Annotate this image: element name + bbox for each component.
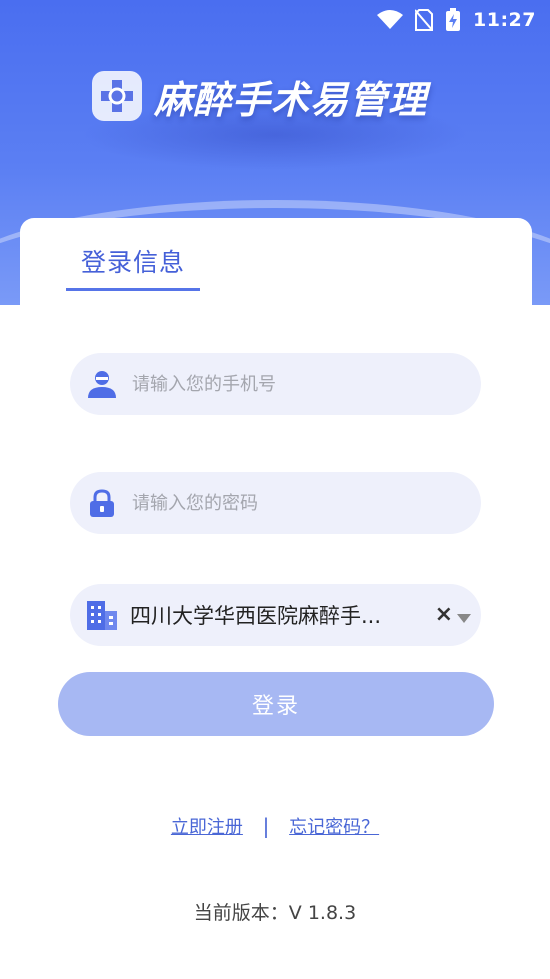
app-header: 麻醉手术易管理 — [92, 70, 427, 122]
hospital-cross-icon — [92, 71, 142, 121]
tab-login-info[interactable]: 登录信息 — [66, 243, 200, 291]
organization-value: 四川大学华西医院麻醉手... — [130, 604, 382, 628]
auth-links: 立即注册 | 忘记密码？ — [0, 813, 550, 839]
forgot-password-link[interactable]: 忘记密码？ — [289, 817, 379, 838]
wifi-icon — [377, 10, 404, 30]
tab-login-info-label: 登录信息 — [80, 248, 185, 277]
password-field[interactable] — [70, 472, 481, 534]
login-button[interactable]: 登录 — [58, 672, 494, 736]
status-time: 11:27 — [473, 9, 536, 31]
phone-field[interactable] — [70, 353, 481, 415]
phone-input[interactable] — [132, 373, 452, 395]
dropdown-arrow-icon[interactable] — [457, 609, 471, 628]
user-icon — [86, 368, 118, 400]
organization-select[interactable]: 四川大学华西医院麻醉手... × — [70, 584, 481, 646]
link-separator: | — [262, 814, 270, 838]
status-bar: 11:27 — [0, 0, 550, 40]
building-icon — [86, 599, 118, 631]
no-sim-icon — [415, 9, 434, 31]
register-link[interactable]: 立即注册 — [171, 817, 243, 838]
clear-icon[interactable]: × — [435, 602, 453, 628]
version-label: 当前版本：V 1.8.3 — [193, 902, 357, 924]
app-title: 麻醉手术易管理 — [154, 77, 428, 122]
battery-charging-icon — [445, 8, 461, 32]
lock-icon — [86, 487, 118, 519]
password-input[interactable] — [132, 492, 452, 514]
